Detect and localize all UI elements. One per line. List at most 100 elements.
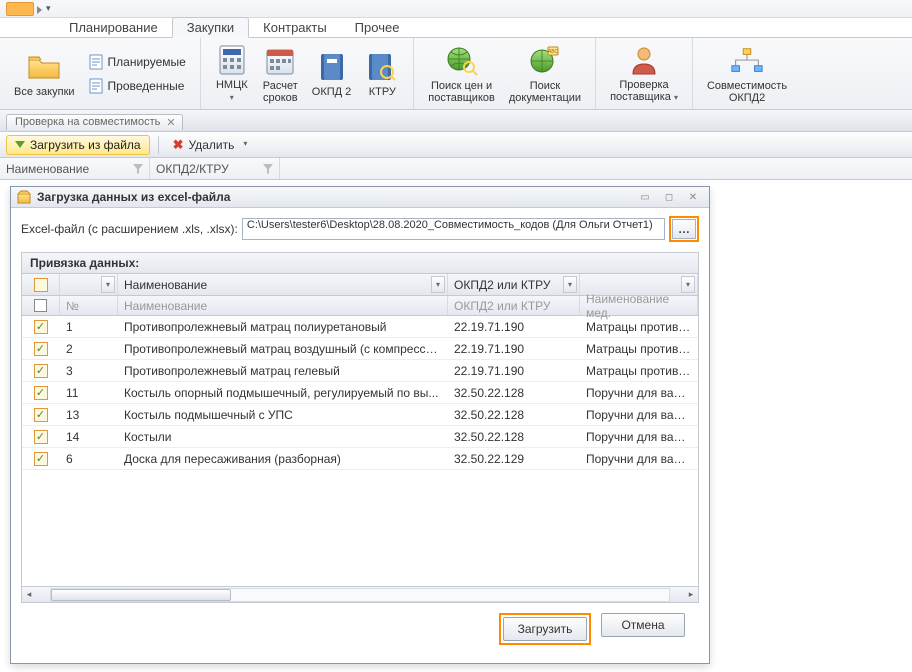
table-row[interactable]: 2Противопролежневый матрац воздушный (с …: [22, 338, 698, 360]
chevron-down-icon: ▾: [674, 93, 678, 102]
scroll-right-icon[interactable]: ▸: [684, 588, 698, 602]
grid-header-row-2: № Наименование ОКПД2 или КТРУ Наименован…: [22, 296, 698, 316]
schedule-button[interactable]: Расчет сроков: [257, 40, 304, 108]
document-tab-strip: Проверка на совместимость ✕: [0, 110, 912, 132]
minimize-button[interactable]: ▭: [635, 190, 655, 204]
row-checkbox[interactable]: [22, 319, 60, 334]
all-purchases-label: Все закупки: [14, 86, 75, 98]
price-search-button[interactable]: Поиск цен и поставщиков: [422, 40, 501, 108]
calendar-icon: [263, 44, 297, 78]
globe-search-icon: [445, 44, 479, 78]
ktru-label: КТРУ: [369, 86, 396, 98]
okpd2-button[interactable]: ОКПД 2: [306, 40, 358, 108]
compat-button[interactable]: Совместимость ОКПД2: [701, 40, 793, 108]
path-label: Excel-файл (с расширением .xls, .xlsx):: [21, 222, 238, 236]
row-name: Доска для пересаживания (разборная): [118, 452, 448, 466]
col-num-header[interactable]: ▾: [60, 274, 118, 295]
row-code: 32.50.22.129: [448, 452, 580, 466]
chevron-down-icon[interactable]: ▾: [431, 276, 445, 293]
col-name-header[interactable]: Наименование▾: [118, 274, 448, 295]
row-med: Матрацы противопр: [580, 320, 698, 334]
globe-doc-icon: ABC: [528, 44, 562, 78]
dialog-body: Excel-файл (с расширением .xls, .xlsx): …: [11, 208, 709, 663]
ribbon-group-calc: НМЦК▾ Расчет сроков ОКПД 2 КТРУ: [201, 38, 415, 109]
table-row[interactable]: 6Доска для пересаживания (разборная)32.5…: [22, 448, 698, 470]
row-code: 22.19.71.190: [448, 320, 580, 334]
ktru-button[interactable]: КТРУ: [359, 40, 405, 108]
svg-text:ABC: ABC: [548, 49, 559, 55]
row-med: Поручни для ванной: [580, 452, 698, 466]
row-checkbox[interactable]: [22, 385, 60, 400]
table-row[interactable]: 11Костыль опорный подмышечный, регулируе…: [22, 382, 698, 404]
all-purchases-button[interactable]: Все закупки: [8, 40, 81, 108]
app-icon[interactable]: [6, 2, 34, 16]
tab-planning[interactable]: Планирование: [55, 18, 172, 37]
row-checkbox[interactable]: [22, 363, 60, 378]
doc-tab-compatibility[interactable]: Проверка на совместимость ✕: [6, 114, 183, 130]
table-row[interactable]: 14Костыли32.50.22.128Поручни для ванной: [22, 426, 698, 448]
chevron-down-icon: ▾: [230, 93, 234, 102]
col-check-sub[interactable]: [22, 296, 60, 315]
col-med-sub: Наименование мед.: [580, 296, 698, 315]
close-button[interactable]: ✕: [683, 190, 703, 204]
diagram-icon: [730, 44, 764, 78]
cancel-button[interactable]: Отмена: [601, 613, 685, 637]
separator: [158, 136, 159, 154]
row-checkbox[interactable]: [22, 451, 60, 466]
horizontal-scrollbar[interactable]: ◂ ▸: [22, 586, 698, 602]
table-row[interactable]: 13Костыль подмышечный с УПС32.50.22.128П…: [22, 404, 698, 426]
row-checkbox[interactable]: [22, 407, 60, 422]
filter-okpd[interactable]: ОКПД2/КТРУ: [150, 158, 280, 179]
load-from-file-button[interactable]: Загрузить из файла: [6, 135, 150, 155]
scroll-track[interactable]: [50, 588, 670, 602]
browse-button[interactable]: …: [672, 219, 696, 239]
scroll-left-icon[interactable]: ◂: [22, 588, 36, 602]
chevron-down-icon[interactable]: ▾: [681, 276, 695, 293]
compat-label: Совместимость ОКПД2: [707, 80, 787, 104]
row-name: Противопролежневый матрац гелевый: [118, 364, 448, 378]
ribbon-group-search: Поиск цен и поставщиков ABC Поиск докуме…: [414, 38, 596, 109]
document-icon: [89, 54, 103, 70]
filter-name[interactable]: Наименование: [0, 158, 150, 179]
filter-icon: [263, 164, 273, 174]
okpd2-label: ОКПД 2: [312, 86, 352, 98]
table-row[interactable]: 3Противопролежневый матрац гелевый22.19.…: [22, 360, 698, 382]
row-name: Противопролежневый матрац воздушный (с к…: [118, 342, 448, 356]
close-icon[interactable]: ✕: [166, 116, 175, 129]
tab-other[interactable]: Прочее: [341, 18, 414, 37]
browse-highlight: …: [669, 216, 699, 242]
path-input[interactable]: C:\Users\tester6\Desktop\28.08.2020_Совм…: [242, 218, 665, 240]
folder-icon: [27, 50, 61, 84]
col-check-header[interactable]: [22, 274, 60, 295]
row-checkbox[interactable]: [22, 341, 60, 356]
checkbox-icon[interactable]: [34, 299, 47, 312]
dialog-footer: Загрузить Отмена: [21, 603, 699, 655]
chevron-down-icon[interactable]: ▾: [563, 276, 577, 293]
doc-search-button[interactable]: ABC Поиск документации: [503, 40, 587, 108]
tab-purchases[interactable]: Закупки: [172, 17, 249, 38]
col-num-sub: №: [60, 296, 118, 315]
nmck-button[interactable]: НМЦК▾: [209, 40, 255, 108]
filter-name-label: Наименование: [6, 162, 89, 176]
row-code: 32.50.22.128: [448, 430, 580, 444]
row-num: 3: [60, 364, 118, 378]
chevron-down-icon[interactable]: ▾: [101, 276, 115, 293]
delete-button[interactable]: ✖ Удалить ▾: [167, 135, 254, 155]
ribbon-group-supplier: Проверка поставщика ▾: [596, 38, 693, 109]
check-all-icon[interactable]: [34, 278, 48, 292]
scroll-thumb[interactable]: [51, 589, 231, 601]
supplier-check-label: Проверка поставщика: [610, 79, 671, 103]
filter-okpd-label: ОКПД2/КТРУ: [156, 162, 229, 176]
tab-contracts[interactable]: Контракты: [249, 18, 341, 37]
maximize-button[interactable]: ◻: [659, 190, 679, 204]
planned-button[interactable]: Планируемые: [83, 51, 192, 73]
filter-row: Наименование ОКПД2/КТРУ: [0, 158, 912, 180]
row-checkbox[interactable]: [22, 429, 60, 444]
ribbon-tabs: Планирование Закупки Контракты Прочее: [0, 18, 912, 38]
load-button[interactable]: Загрузить: [503, 617, 587, 641]
conducted-button[interactable]: Проведенные: [83, 75, 192, 97]
ribbon: Все закупки Планируемые Проведенные НМЦК…: [0, 38, 912, 110]
supplier-check-button[interactable]: Проверка поставщика ▾: [604, 40, 684, 108]
titlebar-dropdown-icon[interactable]: ▾: [46, 3, 51, 14]
col-code-header[interactable]: ОКПД2 или КТРУ▾: [448, 274, 580, 295]
